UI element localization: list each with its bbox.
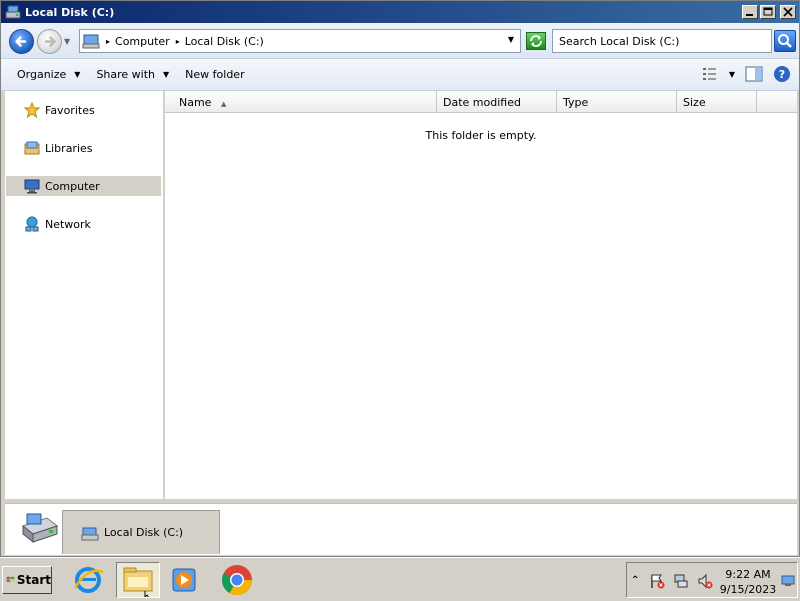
media-player-icon <box>172 568 196 592</box>
show-hidden-icons-button[interactable]: ⌃ <box>631 575 639 586</box>
title-bar[interactable]: Local Disk (C:) <box>1 1 799 23</box>
minimize-icon <box>746 14 753 16</box>
address-row: ▼ ▸ Computer ▸ Local Disk (C:) ▼ Search … <box>1 23 799 59</box>
breadcrumb-computer[interactable]: Computer <box>115 35 170 48</box>
windows-flag-icon <box>6 576 15 583</box>
clock-date: 9/15/2023 <box>719 583 777 596</box>
taskbar-chrome[interactable] <box>219 562 255 598</box>
organize-button[interactable]: Organize ▼ <box>17 68 80 81</box>
back-button[interactable] <box>9 29 34 54</box>
minimize-button[interactable] <box>742 5 758 19</box>
views-dropdown[interactable]: ▼ <box>729 70 735 79</box>
file-explorer-icon <box>123 567 153 599</box>
volume-muted-icon[interactable] <box>697 573 713 589</box>
column-header-label: Type <box>563 96 589 109</box>
svg-text:?: ? <box>779 68 785 81</box>
column-header-label: Name <box>179 96 212 109</box>
computer-icon <box>24 179 40 194</box>
column-header-date-modified[interactable]: Date modified <box>437 91 557 113</box>
details-pane: Local Disk (C:) <box>5 503 797 555</box>
share-with-button[interactable]: Share with ▼ <box>96 68 169 81</box>
start-label: Start <box>16 573 51 587</box>
hard-drive-icon <box>21 513 59 544</box>
close-icon <box>783 7 793 17</box>
clock[interactable]: 9:22 AM 9/15/2023 <box>719 567 777 597</box>
refresh-icon <box>530 35 542 47</box>
breadcrumb-separator[interactable]: ▸ <box>176 37 180 46</box>
maximize-button[interactable] <box>760 5 776 19</box>
action-center-flag-icon[interactable] <box>649 573 665 589</box>
file-list[interactable]: Name ▲ Date modified Type Size This fold… <box>165 91 797 499</box>
share-with-label: Share with <box>96 68 156 81</box>
network-icon <box>25 216 39 232</box>
breadcrumb[interactable]: ▸ Computer ▸ Local Disk (C:) ▼ <box>79 29 521 53</box>
command-bar: Organize ▼ Share with ▼ New folder ▼ ? <box>1 59 799 91</box>
start-button[interactable]: Start <box>2 566 52 594</box>
organize-label: Organize <box>17 68 67 81</box>
explorer-window: Local Disk (C:) ▼ ▸ Computer ▸ Local Dis… <box>0 0 800 557</box>
libraries-icon <box>24 141 40 155</box>
column-header-row: Name ▲ Date modified Type Size <box>165 91 797 113</box>
refresh-button[interactable] <box>526 32 546 50</box>
new-folder-label: New folder <box>185 68 245 81</box>
chevron-down-icon: ▼ <box>74 70 81 79</box>
taskbar-file-explorer[interactable] <box>116 562 160 599</box>
back-arrow-icon <box>15 36 27 47</box>
preview-pane-icon[interactable] <box>745 65 763 83</box>
breadcrumb-separator[interactable]: ▸ <box>106 37 110 46</box>
column-header-size[interactable]: Size <box>677 91 757 113</box>
internet-explorer-icon <box>73 567 104 593</box>
notification-area: ⌃ 9:22 AM 9/15/2023 <box>626 562 798 598</box>
address-history-dropdown[interactable]: ▼ <box>508 35 514 44</box>
search-button[interactable] <box>774 30 796 52</box>
navigation-pane: Favorites Libraries Computer Network <box>5 91 163 499</box>
close-button[interactable] <box>780 5 796 19</box>
help-icon[interactable]: ? <box>773 65 791 83</box>
breadcrumb-local-disk[interactable]: Local Disk (C:) <box>185 35 264 48</box>
column-header-name[interactable]: Name ▲ <box>165 91 437 113</box>
forward-button[interactable] <box>37 29 62 54</box>
taskbar-internet-explorer[interactable] <box>70 562 106 598</box>
nav-item-libraries[interactable]: Libraries <box>6 138 161 158</box>
details-item-label: Local Disk (C:) <box>104 526 184 539</box>
chevron-down-icon: ▼ <box>163 70 170 79</box>
search-input[interactable]: Search Local Disk (C:) <box>552 29 772 53</box>
show-desktop-icon[interactable] <box>781 575 795 587</box>
network-status-icon[interactable] <box>673 573 689 589</box>
view-options-icon[interactable] <box>701 65 719 83</box>
drive-icon <box>81 527 99 540</box>
chrome-icon <box>222 565 252 596</box>
nav-item-label: Favorites <box>45 103 95 117</box>
column-header-label: Size <box>683 96 706 109</box>
details-item-tab[interactable]: Local Disk (C:) <box>62 510 220 554</box>
maximize-icon <box>763 7 773 16</box>
search-icon <box>778 34 792 48</box>
empty-folder-message: This folder is empty. <box>425 129 537 142</box>
recent-pages-dropdown[interactable]: ▼ <box>64 37 70 46</box>
clock-time: 9:22 AM <box>725 568 771 581</box>
taskbar-media-player[interactable] <box>166 562 202 598</box>
column-header-type[interactable]: Type <box>557 91 677 113</box>
nav-item-network[interactable]: Network <box>6 214 161 234</box>
computer-drive-icon <box>82 34 100 49</box>
forward-arrow-icon <box>44 36 56 47</box>
sort-ascending-icon: ▲ <box>220 100 227 108</box>
star-icon <box>24 102 40 118</box>
new-folder-button[interactable]: New folder <box>185 68 244 81</box>
window-title: Local Disk (C:) <box>25 5 115 19</box>
nav-item-favorites[interactable]: Favorites <box>6 100 161 120</box>
nav-item-label: Libraries <box>45 141 93 155</box>
drive-icon <box>5 5 21 19</box>
taskbar: Start ⌃ 9:22 AM 9/15/2023 <box>0 557 800 600</box>
nav-item-label: Computer <box>45 179 100 193</box>
nav-item-computer[interactable]: Computer <box>6 176 161 196</box>
column-header-label: Date modified <box>443 96 521 109</box>
nav-item-label: Network <box>45 217 91 231</box>
